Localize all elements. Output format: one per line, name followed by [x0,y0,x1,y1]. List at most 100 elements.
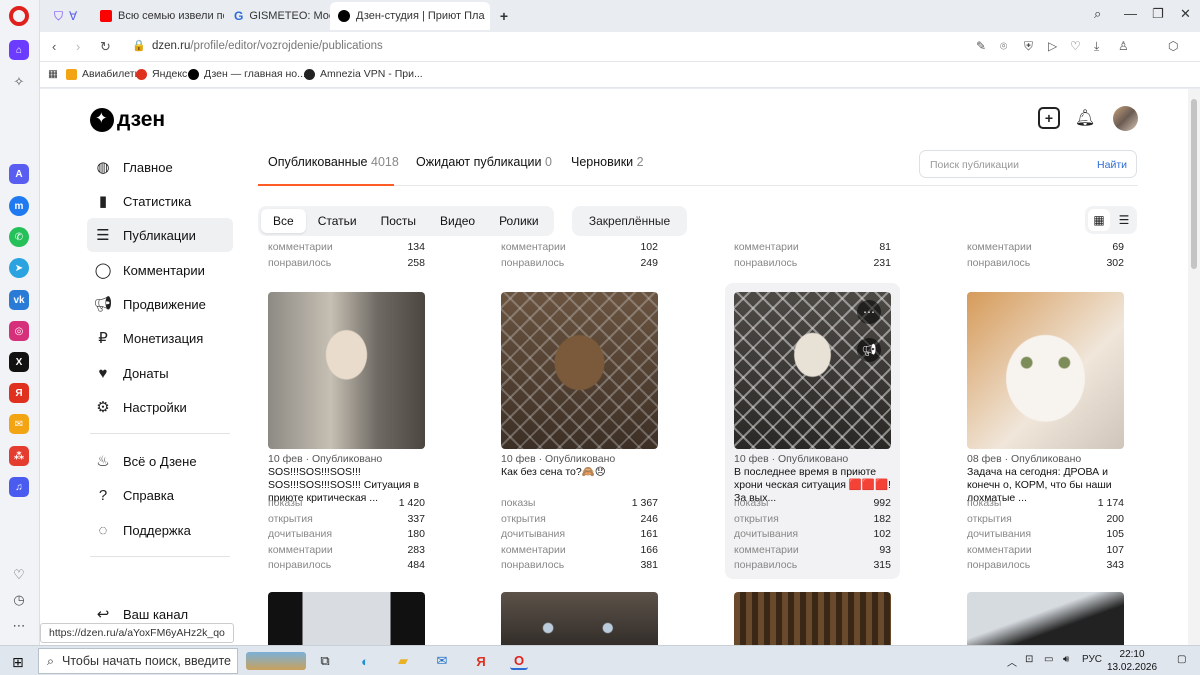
telegram-icon[interactable]: ➤ [9,258,29,278]
task-view-icon[interactable]: ⧉ [316,652,334,670]
create-post-icon[interactable]: + [1038,107,1060,129]
outlook-icon[interactable]: ✉ [433,652,451,670]
post-thumbnail[interactable] [734,592,891,645]
list-view-icon[interactable]: ☰ [1113,209,1135,231]
opera-logo-icon[interactable] [9,6,29,26]
tab-scheduled[interactable]: Ожидают публикации 0 [416,155,552,169]
tray-network-icon[interactable]: ⊡ [1025,654,1033,665]
post-thumbnail[interactable] [268,592,425,645]
post-thumbnail[interactable] [268,292,425,449]
bell-icon[interactable]: 🔔︎ [1074,107,1096,129]
tab-3-active[interactable]: Дзен-студия | Приют Пла ✕ [330,2,490,30]
close-window-icon[interactable]: ✕ [1180,6,1191,22]
avatar[interactable] [1113,106,1138,131]
tray-chevron-icon[interactable]: ︿ [1007,654,1017,669]
address-bar: ‹ › ↻ 🔒 dzen.ru/profile/editor/vozrojden… [40,32,1200,62]
tab-drafts[interactable]: Черновики 2 [571,155,644,169]
home-icon[interactable]: ⌂ [9,40,29,60]
menu-main[interactable]: ◍ Главное [87,150,233,184]
scrollbar[interactable] [1188,89,1200,645]
bookmark-item[interactable]: Авиабилеты [66,68,142,80]
tab-published[interactable]: Опубликованные 4018 [268,155,399,169]
camera-icon[interactable]: ⌾ [1000,39,1007,54]
restore-icon[interactable]: ❐ [1152,6,1164,22]
more-options-icon[interactable]: ⋯ [857,300,881,324]
edge-icon[interactable]: ◐ [356,652,374,670]
filter-all[interactable]: Все [261,209,306,233]
filter-articles[interactable]: Статьи [306,209,369,233]
whatsapp-icon[interactable]: ✆ [9,227,29,247]
x-icon[interactable]: X [9,352,29,372]
tab-pinned[interactable]: ⛉ ∀ [46,4,86,28]
heart-icon[interactable]: ♡ [9,565,29,585]
menu-monetization[interactable]: ₽ Монетизация [87,321,233,355]
vk-icon[interactable]: vk [9,290,29,310]
yandex-browser-icon[interactable]: Я [472,652,490,670]
post-thumbnail[interactable] [501,292,658,449]
menu-support[interactable]: ◌ Поддержка [87,513,233,547]
menu-donations[interactable]: ♥ Донаты [87,356,233,390]
history-icon[interactable]: ◷ [9,590,29,610]
menu-help[interactable]: ? Справка [87,478,233,512]
search-tabs-icon[interactable]: ⌕ [1094,6,1101,22]
filter-posts[interactable]: Посты [369,209,428,233]
post-thumbnail[interactable] [967,292,1124,449]
back-icon[interactable]: ‹ [52,39,56,54]
music-icon[interactable]: ♫ [9,477,29,497]
filter-shorts[interactable]: Ролики [487,209,551,233]
search-button[interactable]: Найти [1097,159,1127,171]
menu-publications[interactable]: ☰ Публикации [87,218,233,252]
instagram-icon[interactable]: ◎ [9,321,29,341]
language-indicator[interactable]: РУС [1082,654,1102,665]
games-icon[interactable]: ⁂ [9,446,29,466]
bookmarks-grid-icon[interactable]: ▦ [48,68,58,80]
extensions-icon[interactable]: ⬡ [1168,39,1178,53]
menu-comments[interactable]: ◯ Комментарии [87,253,233,287]
reload-icon[interactable]: ↻ [100,39,111,55]
dzen-logo[interactable]: дзен [90,108,165,132]
post-thumbnail[interactable] [501,592,658,645]
new-tab-button[interactable]: + [492,4,516,28]
menu-promotion[interactable]: 📢︎ Продвижение [87,287,233,321]
grid-view-icon[interactable]: ▦ [1088,209,1110,231]
url-field[interactable]: dzen.ru/profile/editor/vozrojdenie/publi… [152,40,383,52]
post-thumbnail[interactable] [967,592,1124,645]
messenger-icon[interactable]: m [9,196,29,216]
yandex-icon[interactable]: Я [9,383,29,403]
search-input[interactable]: Поиск публикации Найти [919,150,1137,178]
clock[interactable]: 22:10 13.02.2026 [1107,648,1157,674]
opera-taskbar-icon[interactable]: O [510,652,528,670]
filter-pinned[interactable]: Закреплённые [572,206,687,236]
scroll-thumb[interactable] [1191,99,1197,269]
tray-battery-icon[interactable]: ▭ [1044,654,1053,665]
favorite-icon[interactable]: ♡ [1070,39,1081,53]
post-thumbnail[interactable]: ⋯ 📢︎ [734,292,891,449]
tray-volume-icon[interactable]: 🔊︎ [1063,654,1069,665]
download-icon[interactable]: ⤓ [1094,39,1099,54]
account-icon[interactable]: ♙ [1118,39,1129,53]
bookmark-item[interactable]: Amnezia VPN - При... [304,68,423,80]
explorer-icon[interactable]: ▰ [394,652,412,670]
mail-icon[interactable]: ✉ [9,414,29,434]
promote-icon[interactable]: 📢︎ [857,338,881,362]
filter-video[interactable]: Видео [428,209,487,233]
windows-start-icon[interactable]: ⊞ [12,654,24,671]
more-icon[interactable]: ⋯ [9,616,29,636]
bookmark-item[interactable]: Яндекс [136,68,187,80]
post-title[interactable]: Как без сена то?🙈😞 [501,466,658,479]
menu-about[interactable]: ♨ Всё о Дзене [87,444,233,478]
play-icon[interactable]: ▷ [1048,39,1057,53]
edit-icon[interactable]: ✎ [976,39,986,53]
menu-stats[interactable]: ▮ Статистика [87,184,233,218]
aria-icon[interactable]: A [9,164,29,184]
weather-widget-icon[interactable] [246,652,306,670]
forward-icon[interactable]: › [76,39,80,54]
notifications-icon[interactable]: ▢ [1177,654,1186,665]
taskbar-search[interactable]: ⌕ Чтобы начать поиск, введите [38,648,238,674]
minimize-icon[interactable]: — [1124,6,1137,21]
menu-settings[interactable]: ⚙ Настройки [87,390,233,424]
bookmark-item[interactable]: Дзен — главная но... [188,68,306,80]
shield-icon[interactable]: ⛨ [1024,39,1033,54]
ai-icon[interactable]: ✧ [9,72,29,92]
tab-1[interactable]: Всю семью извели порч [92,4,224,28]
